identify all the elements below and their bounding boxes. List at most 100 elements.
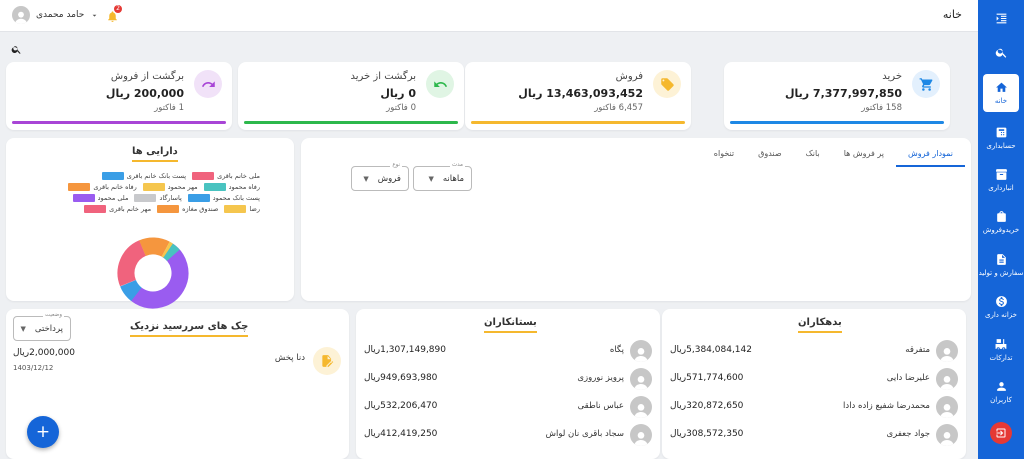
purchase-stat-card[interactable]: خرید 7,377,997,850 ریال 158 فاکتور xyxy=(724,62,950,130)
legend-item[interactable]: ملی خانم باقری xyxy=(192,172,260,180)
sidebar-item-label: کاربران xyxy=(990,396,1012,404)
stat-invoice-count: 6,457 فاکتور xyxy=(594,103,643,113)
stat-invoice-count: 158 فاکتور xyxy=(861,103,902,113)
legend-swatch xyxy=(192,172,215,180)
creditors-card: بستانکاران پگاه 1,307,149,890ریال پرویز … xyxy=(356,309,660,459)
user-menu[interactable]: حامد محمدی xyxy=(12,6,99,24)
dropdown-arrow-icon: ▼ xyxy=(20,324,26,333)
purchase-return-stat-card[interactable]: برگشت از خرید 0 ریال 0 فاکتور xyxy=(238,62,464,130)
check-status-select[interactable]: وضعیت پرداختی ▼ xyxy=(13,312,71,341)
sidebar-item-accounting[interactable]: حسابداری xyxy=(978,126,1024,150)
legend-item[interactable]: رفاه خانم باقری xyxy=(68,183,137,191)
sidebar-item-sales[interactable]: خریدوفروش xyxy=(978,210,1024,234)
legend-label: ملی محمود xyxy=(97,194,129,202)
check-item[interactable]: دنا پخش 2,000,000ریال 1403/12/12 xyxy=(6,347,349,377)
list-item[interactable]: پگاه 1,307,149,890ریال xyxy=(356,340,660,362)
sidebar-item-warehouse[interactable]: انبارداری xyxy=(978,168,1024,192)
sidebar-item-orders[interactable]: سفارش و تولید xyxy=(978,253,1024,277)
stat-title: برگشت از خرید xyxy=(350,71,417,82)
stat-accent-bar xyxy=(12,121,226,124)
creditor-amount: 532,206,470ریال xyxy=(364,401,438,411)
legend-item[interactable]: مهر محمود xyxy=(142,183,198,191)
document-edit-icon xyxy=(313,347,341,375)
legend-label: رضا xyxy=(249,205,260,213)
search-icon xyxy=(995,48,1006,58)
debtor-name: محمدرضا شفیع زاده دادا xyxy=(843,401,930,411)
sidebar-item-treasury[interactable]: خزانه داری xyxy=(978,295,1024,319)
tag-icon xyxy=(653,70,681,98)
sidebar-item-procurement[interactable]: تدارکات xyxy=(978,338,1024,362)
tab-petty-cash[interactable]: تنخواه xyxy=(702,146,746,167)
user-avatar xyxy=(12,6,30,24)
notification-badge: 2 xyxy=(114,5,122,13)
sales-return-stat-card[interactable]: برگشت از فروش 200,000 ریال 1 فاکتور xyxy=(6,62,232,130)
legend-item[interactable]: پست بانک محمود xyxy=(187,194,260,202)
legend-item[interactable]: پاسارگاد xyxy=(134,194,182,202)
check-payee: دنا پخش xyxy=(274,353,305,363)
sidebar-item-home[interactable]: خانه xyxy=(983,74,1019,113)
type-select[interactable]: نوع فروش ▼ xyxy=(351,162,409,191)
logout-icon xyxy=(996,428,1006,438)
legend-swatch xyxy=(224,205,247,213)
list-item[interactable]: عباس ناطقی 532,206,470ریال xyxy=(356,396,660,418)
legend-item[interactable]: صندوق مغازه xyxy=(157,205,218,213)
dropdown-arrow-icon: ▼ xyxy=(428,174,434,183)
debtor-amount: 5,384,084,142ریال xyxy=(670,345,752,355)
tab-sales-chart[interactable]: نمودار فروش xyxy=(895,146,965,167)
sidebar-search-button[interactable] xyxy=(978,46,1024,62)
list-item[interactable]: جواد جعفری 308,572,350ریال xyxy=(662,424,966,446)
legend-item[interactable]: مهر خانم باقری xyxy=(84,205,151,213)
sidebar-item-users[interactable]: کاربران xyxy=(978,380,1024,404)
legend-label: ملی خانم باقری xyxy=(217,172,260,180)
document-icon xyxy=(996,254,1006,265)
stat-amount: 200,000 ریال xyxy=(105,87,184,100)
assets-donut-chart xyxy=(117,237,189,309)
stat-amount: 0 ریال xyxy=(380,87,416,100)
period-select[interactable]: مدت ماهانه ▼ xyxy=(413,162,472,191)
archive-icon xyxy=(995,169,1007,180)
legend-item[interactable]: رفاه محمود xyxy=(203,183,260,191)
top-header: خانه حامد محمدی 2 xyxy=(0,0,978,32)
debtors-title: بدهکاران xyxy=(798,317,842,333)
notifications-button[interactable]: 2 xyxy=(106,5,122,27)
search-button[interactable] xyxy=(11,40,22,59)
debtor-amount: 308,572,350ریال xyxy=(670,429,744,439)
checks-title: چک های سررسید نزدیک xyxy=(130,321,249,337)
legend-item[interactable]: ملی محمود xyxy=(72,194,129,202)
debtor-name: علیرضا دایی xyxy=(886,373,930,383)
person-icon xyxy=(996,382,1006,391)
chevron-down-icon xyxy=(92,14,97,17)
add-fab-button[interactable]: + xyxy=(27,416,59,448)
assets-title: دارایی ها xyxy=(132,146,178,162)
list-item[interactable]: سجاد باقری نان لواش 412,419,250ریال xyxy=(356,424,660,446)
legend-swatch xyxy=(84,205,107,213)
tab-cashbox[interactable]: صندوق xyxy=(746,146,793,167)
legend-item[interactable]: پست بانک خانم باقری xyxy=(101,172,187,180)
legend-swatch xyxy=(72,194,95,202)
logout-button[interactable] xyxy=(990,422,1012,444)
check-status-value: پرداختی xyxy=(34,323,63,334)
list-item[interactable]: محمدرضا شفیع زاده دادا 320,872,650ریال xyxy=(662,396,966,418)
legend-label: صندوق مغازه xyxy=(182,205,219,213)
creditor-name: پگاه xyxy=(609,345,624,355)
menu-indent-icon xyxy=(996,13,1006,23)
sales-stat-card[interactable]: فروش 13,463,093,452 ریال 6,457 فاکتور xyxy=(465,62,691,130)
legend-item[interactable]: رضا xyxy=(224,205,260,213)
menu-toggle-button[interactable] xyxy=(978,0,1024,36)
period-select-value: ماهانه xyxy=(442,173,464,184)
list-item[interactable]: متفرقه 5,384,084,142ریال xyxy=(662,340,966,362)
sidebar-item-label: انبارداری xyxy=(988,184,1014,192)
tab-best-sellers[interactable]: پر فروش ها xyxy=(832,146,896,167)
sidebar-item-label: سفارش و تولید xyxy=(978,269,1024,277)
legend-label: رفاه محمود xyxy=(228,183,260,191)
legend-label: پست بانک خانم باقری xyxy=(126,172,187,180)
redo-icon xyxy=(194,70,222,98)
legend-label: مهر خانم باقری xyxy=(109,205,152,213)
calculator-icon xyxy=(996,127,1006,138)
tab-bank[interactable]: بانک xyxy=(794,146,832,167)
list-item[interactable]: علیرضا دایی 571,774,600ریال xyxy=(662,368,966,390)
debtor-name: جواد جعفری xyxy=(886,429,931,439)
stat-accent-bar xyxy=(730,121,944,124)
list-item[interactable]: پرویز نوروزی 949,693,980ریال xyxy=(356,368,660,390)
creditor-name: پرویز نوروزی xyxy=(577,373,624,383)
